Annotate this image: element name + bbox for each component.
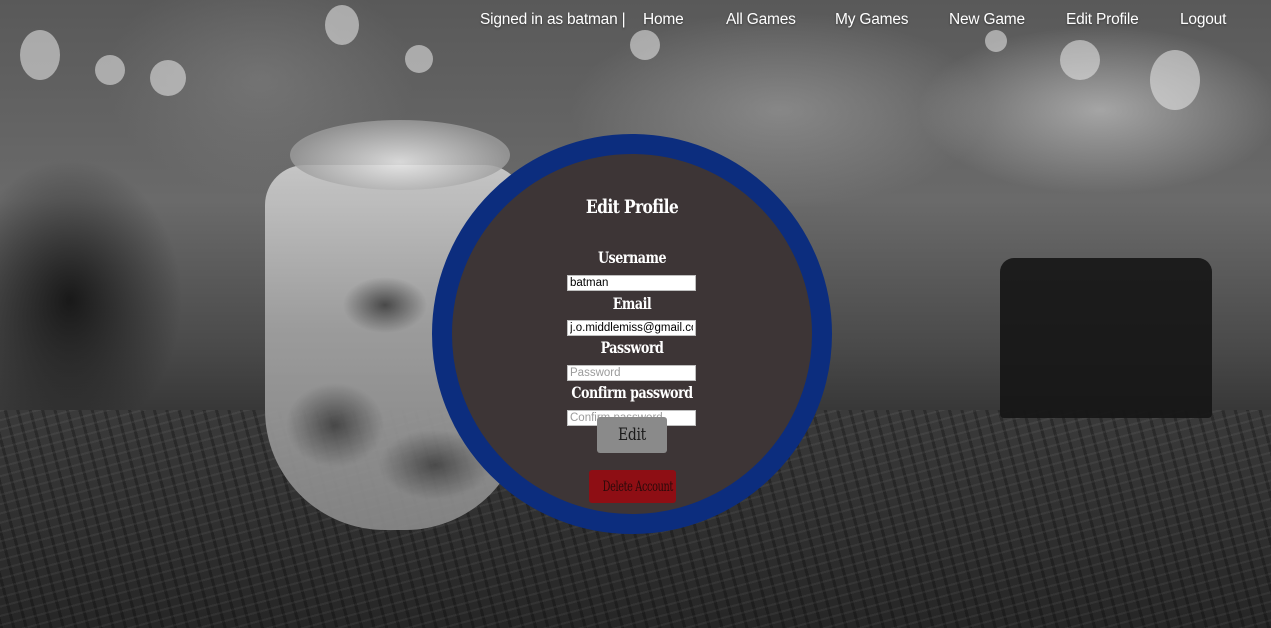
edit-button-label: Edit bbox=[618, 425, 646, 445]
bar-chair bbox=[1000, 258, 1212, 418]
nav-home-link[interactable]: Home bbox=[643, 11, 684, 29]
username-field[interactable] bbox=[567, 275, 696, 291]
password-label: Password bbox=[600, 338, 664, 357]
nav-my-games-link[interactable]: My Games bbox=[835, 11, 909, 29]
signed-in-status: Signed in as batman | bbox=[480, 11, 626, 28]
nav-edit-profile-link[interactable]: Edit Profile bbox=[1066, 11, 1139, 29]
email-label: Email bbox=[612, 294, 652, 313]
nav-logout-link[interactable]: Logout bbox=[1180, 11, 1226, 29]
email-field[interactable] bbox=[567, 320, 696, 336]
username-label: Username bbox=[597, 248, 667, 267]
edit-button[interactable]: Edit bbox=[597, 417, 667, 453]
edit-profile-card: Edit Profile Username Email Password Con… bbox=[432, 134, 832, 534]
delete-account-button[interactable]: Delete Account bbox=[589, 470, 676, 503]
nav-new-game-link[interactable]: New Game bbox=[949, 11, 1025, 29]
cocktail-ice bbox=[290, 120, 510, 190]
delete-account-button-label: Delete Account bbox=[602, 478, 674, 495]
nav-all-games-link[interactable]: All Games bbox=[726, 11, 796, 29]
top-navigation: Signed in as batman | Home All Games My … bbox=[0, 0, 1271, 42]
confirm-password-label: Confirm password bbox=[571, 383, 693, 402]
password-field[interactable] bbox=[567, 365, 696, 381]
form-title: Edit Profile bbox=[585, 196, 679, 218]
